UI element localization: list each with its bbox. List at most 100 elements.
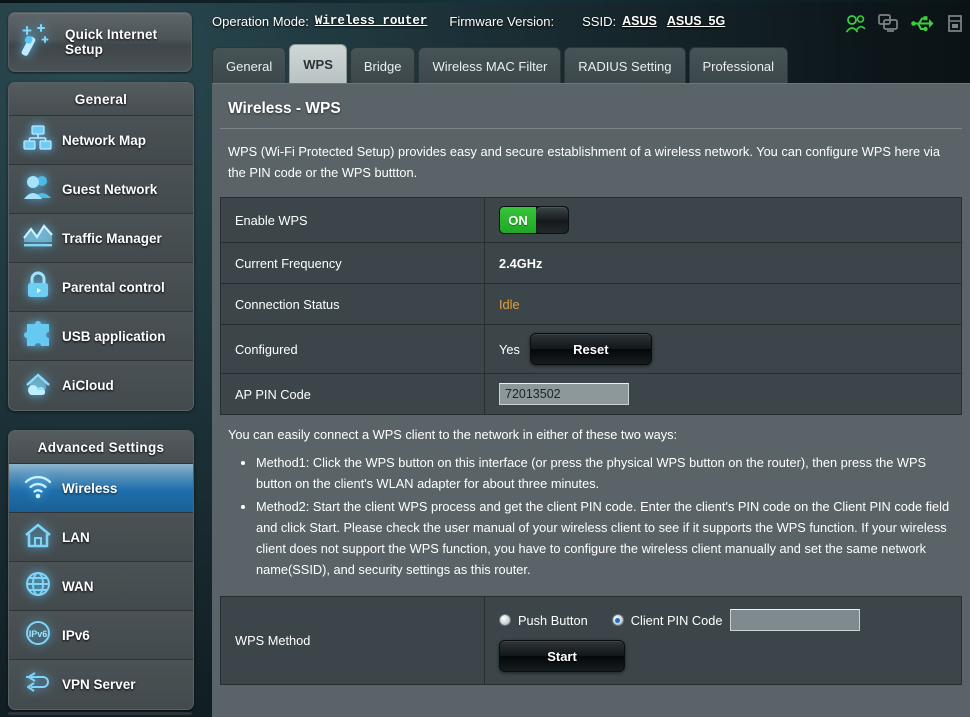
enable-wps-toggle[interactable]: ON bbox=[499, 206, 569, 234]
page-description: WPS (Wi-Fi Protected Setup) provides eas… bbox=[228, 144, 940, 180]
traffic-manager-icon bbox=[23, 222, 53, 255]
client-pin-code-radio[interactable] bbox=[611, 614, 624, 626]
tab-bridge[interactable]: Bridge bbox=[349, 47, 416, 84]
sidebar-advanced-header: Advanced Settings bbox=[9, 431, 193, 464]
sidebar-item-aicloud[interactable]: AiCloud bbox=[9, 361, 193, 410]
row-enable-wps: Enable WPS ON bbox=[221, 198, 961, 243]
sidebar-item-lan[interactable]: LAN bbox=[9, 513, 193, 562]
quick-internet-setup-label: Quick Internet Setup bbox=[65, 27, 158, 57]
sidebar: Quick Internet Setup General Network Map… bbox=[0, 0, 200, 717]
row-label: AP PIN Code bbox=[221, 374, 485, 414]
router-admin-page: Quick Internet Setup General Network Map… bbox=[0, 0, 970, 717]
aicloud-icon bbox=[23, 369, 53, 402]
sidebar-general-header: General bbox=[9, 83, 193, 116]
sidebar-item-guest-network[interactable]: Guest Network bbox=[9, 165, 193, 214]
wps-method-table: WPS Method Push Button Client PIN Code S… bbox=[220, 596, 962, 685]
row-label: WPS Method bbox=[221, 597, 485, 684]
clients-icon[interactable] bbox=[845, 14, 866, 33]
sidebar-item-label: Parental control bbox=[62, 279, 165, 295]
row-label: Current Frequency bbox=[221, 243, 485, 283]
tab-bar: General WPS Bridge Wireless MAC Filter R… bbox=[212, 44, 789, 84]
lock-icon bbox=[23, 271, 53, 304]
row-value bbox=[485, 374, 961, 414]
usb-icon[interactable] bbox=[911, 14, 934, 33]
sidebar-bottom-edge bbox=[8, 712, 192, 715]
tab-professional[interactable]: Professional bbox=[688, 47, 789, 84]
sidebar-item-label: Traffic Manager bbox=[62, 230, 162, 246]
puzzle-icon bbox=[23, 320, 53, 353]
sidebar-item-ipv6[interactable]: IPv6 IPv6 bbox=[9, 611, 193, 660]
status-bar: Operation Mode: Wireless router Firmware… bbox=[212, 6, 970, 36]
ssid-value-2g[interactable]: ASUS bbox=[622, 14, 657, 28]
sidebar-group-advanced: Advanced Settings Wireless LAN WAN IPv6 … bbox=[8, 430, 194, 710]
row-value: Idle bbox=[485, 284, 961, 324]
push-button-label: Push Button bbox=[518, 612, 588, 628]
sidebar-item-wan[interactable]: WAN bbox=[9, 562, 193, 611]
client-pin-code-input[interactable] bbox=[729, 609, 860, 631]
method-item: Method2: Start the client WPS process an… bbox=[256, 496, 952, 580]
sidebar-item-label: AiCloud bbox=[62, 378, 114, 393]
current-frequency-value: 2.4GHz bbox=[499, 255, 543, 271]
sidebar-item-wireless[interactable]: Wireless bbox=[9, 464, 193, 513]
status-icon-group bbox=[845, 14, 964, 33]
configured-value: Yes bbox=[499, 341, 520, 357]
howto-intro: You can easily connect a WPS client to t… bbox=[228, 427, 678, 442]
sidebar-item-network-map[interactable]: Network Map bbox=[9, 116, 193, 165]
tab-wps[interactable]: WPS bbox=[289, 44, 347, 84]
sidebar-item-label: USB application bbox=[62, 328, 166, 344]
tab-wireless-mac-filter[interactable]: Wireless MAC Filter bbox=[418, 47, 562, 84]
sidebar-item-label: LAN bbox=[62, 529, 90, 545]
reset-button[interactable]: Reset bbox=[529, 333, 652, 365]
wps-method-options: Push Button Client PIN Code bbox=[499, 609, 961, 631]
row-value: ON bbox=[485, 198, 961, 242]
method-item: Method1: Click the WPS button on this in… bbox=[256, 452, 952, 494]
content-panel: Wireless - WPS WPS (Wi-Fi Protected Setu… bbox=[212, 83, 970, 717]
row-value: Yes Reset bbox=[485, 325, 961, 373]
magic-wand-icon bbox=[17, 21, 57, 64]
ap-pin-code-input[interactable] bbox=[499, 383, 629, 405]
quick-internet-setup-button[interactable]: Quick Internet Setup bbox=[8, 12, 192, 72]
sidebar-item-label: Guest Network bbox=[62, 181, 158, 197]
operation-mode-value[interactable]: Wireless router bbox=[315, 14, 428, 28]
row-label: Connection Status bbox=[221, 284, 485, 324]
sidebar-item-traffic-manager[interactable]: Traffic Manager bbox=[9, 214, 193, 263]
ipv6-icon: IPv6 bbox=[23, 619, 53, 652]
toggle-on-label: ON bbox=[500, 207, 536, 233]
sidebar-item-label: IPv6 bbox=[62, 627, 90, 643]
row-value: Push Button Client PIN Code Start bbox=[485, 597, 961, 684]
wps-settings-table: Enable WPS ON Current Frequency 2.4GHz C… bbox=[220, 197, 962, 415]
ssid-label: SSID: bbox=[582, 13, 617, 29]
home-icon bbox=[23, 521, 53, 554]
client-pin-code-label: Client PIN Code bbox=[630, 612, 723, 628]
sidebar-item-label: Wireless bbox=[62, 480, 118, 496]
sidebar-item-vpn-server[interactable]: VPN Server bbox=[9, 660, 193, 709]
start-button[interactable]: Start bbox=[499, 640, 625, 672]
tab-radius-setting[interactable]: RADIUS Setting bbox=[564, 47, 686, 84]
page-title: Wireless - WPS bbox=[228, 100, 341, 117]
row-configured: Configured Yes Reset bbox=[221, 325, 961, 374]
row-ap-pin-code: AP PIN Code bbox=[221, 374, 961, 415]
sidebar-item-parental-control[interactable]: Parental control bbox=[9, 263, 193, 312]
tab-general[interactable]: General bbox=[212, 47, 287, 84]
sidebar-item-label: VPN Server bbox=[62, 677, 136, 692]
row-wps-method: WPS Method Push Button Client PIN Code S… bbox=[221, 597, 961, 684]
methods-list: Method1: Click the WPS button on this in… bbox=[228, 452, 952, 580]
firmware-version-label: Firmware Version: bbox=[449, 13, 555, 29]
printer-icon[interactable] bbox=[946, 14, 964, 33]
sidebar-item-label: Network Map bbox=[62, 132, 147, 148]
toggle-knob bbox=[536, 207, 568, 233]
display-icon[interactable] bbox=[878, 14, 899, 33]
push-button-radio[interactable] bbox=[499, 614, 511, 626]
row-connection-status: Connection Status Idle bbox=[221, 284, 961, 325]
wifi-icon bbox=[23, 472, 53, 505]
sidebar-item-usb-application[interactable]: USB application bbox=[9, 312, 193, 361]
row-current-frequency: Current Frequency 2.4GHz bbox=[221, 243, 961, 284]
connection-status-badge: Idle bbox=[499, 296, 520, 312]
guest-network-icon bbox=[23, 173, 53, 206]
svg-text:IPv6: IPv6 bbox=[29, 629, 48, 639]
network-map-icon bbox=[23, 124, 53, 157]
howto-section: You can easily connect a WPS client to t… bbox=[220, 415, 962, 580]
sidebar-group-general: General Network Map Guest Network Traffi… bbox=[8, 82, 194, 411]
operation-mode-label: Operation Mode: bbox=[212, 13, 309, 29]
ssid-value-5g[interactable]: ASUS_5G bbox=[667, 14, 725, 28]
